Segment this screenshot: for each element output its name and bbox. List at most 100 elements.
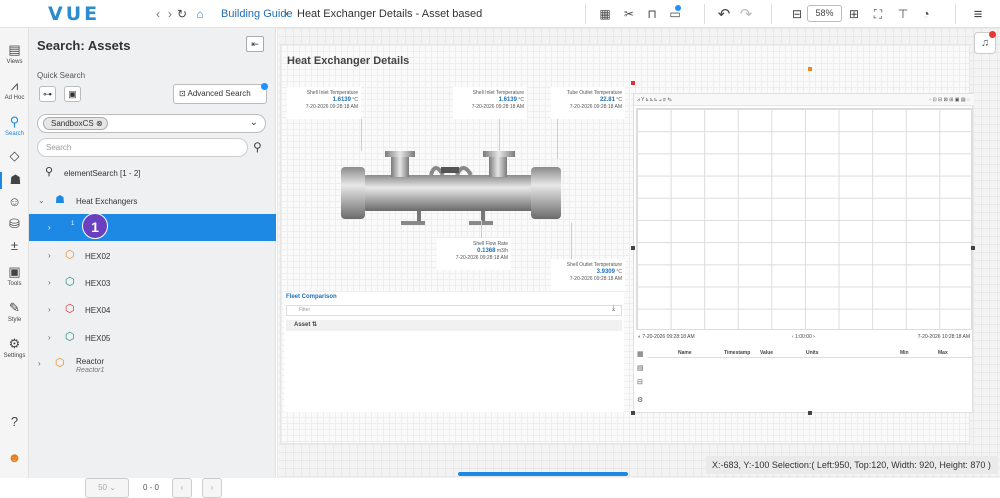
rail-calculator[interactable]: ± [0,238,29,255]
left-rail: ▤ Views ⩘ Ad Hoc ⚲ Search ◇ ☗ ☺ ⛁ ± ▣ Tools … [0,28,29,478]
data-source-select[interactable]: SandboxCS ⊗ ⌄ [37,114,266,133]
tree-item-selected[interactable]: › 1 [29,214,276,241]
chevron-right-icon[interactable]: › [48,251,51,260]
chevron-right-icon: › [210,483,214,492]
fleet-comparison-panel[interactable]: Fleet Comparison Filter ⤓ Asset ⇅ [284,292,624,412]
rail-users[interactable]: ☺ [0,194,29,211]
selection-handle[interactable] [808,411,812,415]
chevron-right-icon[interactable]: › [38,359,41,368]
home-icon[interactable]: ⌂ [192,6,208,22]
tree-item-hex03[interactable]: › ⬡ HEX03 [29,269,276,296]
trend-view-icons[interactable]: ▫ ⊡ ⊟ ⊠ ⊞ ▣ ▤ ◌ [929,94,970,106]
rail-settings[interactable]: ⚙ Settings [0,336,29,359]
image-search-button[interactable]: ▣ [64,86,81,102]
rail-help[interactable]: ? [0,414,29,431]
undo-icon[interactable]: ↶ [716,6,732,23]
chip-close-icon[interactable]: ⊗ [96,119,103,128]
sensor-card-shell-inlet-2[interactable]: Shell Inlet Temperature 1.6139 °C 7-20-2… [453,87,527,119]
users-icon: ☺ [7,194,22,209]
dashboard-page[interactable]: Heat Exchanger Details Shell Inlet Tempe… [280,44,975,444]
rail-style[interactable]: ✎ Style [0,300,29,323]
trend-chart-panel[interactable]: ⩘ Y ⊾ ⊾ ⊾ ⊿ ⊘ ✎ ▫ ⊡ ⊟ ⊠ ⊞ ▣ ▤ ◌ ◐ 7-20-2… [633,93,974,413]
selection-handle[interactable] [631,246,635,250]
prev-page-button[interactable]: ‹ [172,478,192,498]
fleet-filter-input[interactable]: Filter [286,305,622,316]
sort-icon[interactable]: ⇅ [312,322,317,328]
chevron-right-icon[interactable]: › [48,223,51,232]
top-toolbar: VUE ‹ › ↻ ⌂ Building Guide › Heat Exchan… [0,0,1000,28]
zoom-out-icon[interactable]: ⊟ [789,6,805,22]
style-icon: ✎ [9,300,20,315]
horizontal-scrollbar[interactable] [458,472,628,476]
table-icon[interactable]: ▤ [637,362,644,376]
wrench-icon[interactable]: ✂ [621,6,637,22]
hierarchy-search-button[interactable]: ⊶ [39,86,56,102]
sensor-card-shell-flow[interactable]: Shell Flow Rate 0.1368 m3/h 7-20-2026 09… [437,238,511,270]
selection-handle[interactable] [631,81,635,85]
trend-span[interactable]: ‹ 1:00:00 › [792,334,815,340]
rail-adhoc[interactable]: ⩘ Ad Hoc [0,78,29,101]
element-search-row[interactable]: ⚲ elementSearch [1 - 2] [29,159,276,186]
selection-handle[interactable] [971,246,975,250]
rail-views[interactable]: ▤ Views [0,42,29,65]
sensor-card-shell-inlet[interactable]: Shell Inlet Temperature 1.6139 °C 7-20-2… [287,87,361,119]
selection-handle[interactable] [631,411,635,415]
rail-tools[interactable]: ▣ Tools [0,264,29,287]
filter-chip[interactable]: SandboxCS ⊗ [43,117,108,130]
refresh-icon[interactable]: ↻ [174,6,190,22]
trend-plot-area[interactable] [636,108,972,330]
tree-item-hex02[interactable]: › ⬡ HEX02 [29,242,276,269]
trend-legend-table: Name Timestamp Value Units Min Max [648,348,972,412]
tree-group-heat-exchangers[interactable]: ⌄ ☗ Heat Exchangers [29,187,276,214]
chevron-right-icon[interactable]: › [48,305,51,314]
divider [704,4,705,24]
lock-icon[interactable]: ⊓ [644,6,660,22]
redo-icon[interactable]: ↷ [738,6,754,23]
trend-side-icons: ▦ ▤ ⊟ ⚙ [637,348,644,408]
legend-icon[interactable]: ▦ [637,348,644,362]
zoom-level[interactable]: 58% [807,5,842,22]
collapse-panel-button[interactable]: ⇤ [246,36,264,52]
tree-item-hex04[interactable]: › ⬡ HEX04 [29,296,276,323]
chevron-down-icon[interactable]: ⌄ [250,117,258,128]
rail-assets[interactable]: ☗ [0,172,29,189]
search-icon[interactable]: ⚲ [253,140,262,154]
hamburger-menu-icon[interactable]: ≡ [970,6,986,23]
design-canvas[interactable]: Heat Exchanger Details Shell Inlet Tempe… [277,28,1000,478]
calculator-icon: ± [10,238,19,253]
range-icon[interactable]: ⊟ [637,376,644,390]
sensor-card-tube-outlet[interactable]: Tube Outlet Temperature 22.81 °C 7-20-20… [551,87,625,119]
chevron-right-icon[interactable]: › [48,278,51,287]
search-icon: ⚲ [45,166,54,178]
search-input[interactable]: Search [37,138,248,157]
rail-avatar[interactable]: ☻ [0,450,29,467]
fleet-title: Fleet Comparison [286,294,337,300]
cube-icon: ⬡ [65,303,75,315]
rail-tag[interactable]: ◇ [0,148,29,165]
trend-tools-icon[interactable]: ⩘ Y ⊾ ⊾ ⊾ ⊿ ⊘ ✎ [637,97,672,103]
zoom-in-icon[interactable]: ⊞ [846,6,862,22]
page-size-select[interactable]: 50 ⌄ [85,478,129,498]
trend-table-header: Name Timestamp Value Units Min Max [648,348,972,358]
fit-screen-icon[interactable]: ⛶ [870,6,886,22]
chat-icon[interactable]: ◔ [918,6,934,22]
calendar-icon[interactable]: ▦ [597,6,613,22]
trend-start-time: ◐ 7-20-2026 09:28:18 AM [638,334,695,340]
chevron-right-icon[interactable]: › [48,333,51,342]
cube-icon: ⬡ [55,357,65,369]
sensor-card-shell-outlet[interactable]: Shell Outlet Temperature 3.9309 °C 7-20-… [551,259,625,291]
advanced-search-badge [261,83,268,90]
rail-database[interactable]: ⛁ [0,216,29,233]
rail-search[interactable]: ⚲ Search [0,114,29,137]
tree-item-hex05[interactable]: › ⬡ HEX05 [29,324,276,351]
download-icon[interactable]: ⤓ [612,305,615,313]
tree-item-reactor[interactable]: › ⬡ Reactor Reactor1 [29,350,276,377]
settings-icon[interactable]: ⚙ [637,394,644,408]
presentation-icon[interactable]: ⊤ [895,6,911,22]
breadcrumb-building-guide[interactable]: Building Guide [221,8,293,20]
app-logo: VUE [48,3,101,25]
chevron-down-icon[interactable]: ⌄ [38,196,45,205]
advanced-search-button[interactable]: ⊡ Advanced Search [173,84,267,104]
next-page-button[interactable]: › [202,478,222,498]
rotation-handle[interactable] [808,67,812,71]
